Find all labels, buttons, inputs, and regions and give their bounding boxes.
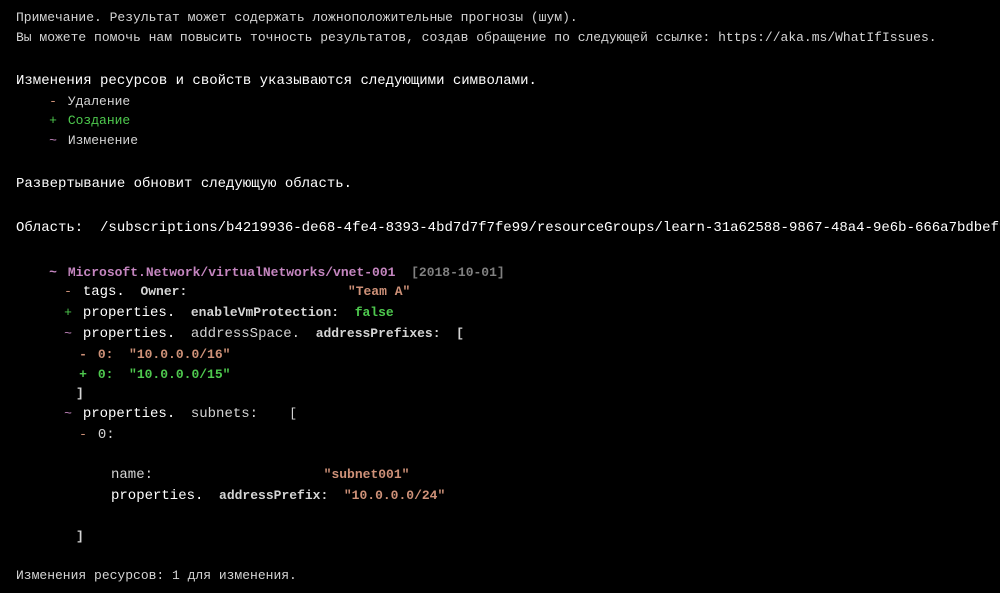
blank bbox=[16, 243, 984, 263]
vmp-key-val: enableVmProtection: bbox=[191, 305, 339, 320]
tilde-icon: ~ bbox=[46, 131, 60, 151]
symbol-delete: - Удаление bbox=[16, 92, 984, 112]
blank bbox=[16, 507, 984, 527]
symbols-intro: Изменения ресурсов и свойств указываются… bbox=[16, 71, 984, 92]
create-label: Создание bbox=[68, 113, 130, 128]
symbol-modify: ~ Изменение bbox=[16, 131, 984, 151]
blank bbox=[16, 199, 984, 219]
modify-label: Изменение bbox=[68, 133, 138, 148]
minus-icon: - bbox=[76, 345, 90, 365]
subnets-line: ~ properties. subnets: [ bbox=[16, 404, 984, 425]
prop-prefix: properties. bbox=[83, 305, 175, 321]
resource-type: Microsoft.Network/virtualNetworks/vnet-0… bbox=[68, 265, 396, 280]
subnet-name: name: "subnet001" bbox=[16, 465, 984, 486]
close-bracket: ] bbox=[16, 384, 984, 404]
subnet-addressprefix: properties. addressPrefix: "10.0.0.0/24" bbox=[16, 486, 984, 507]
idx: 0: bbox=[98, 427, 115, 443]
close-bracket: ] bbox=[16, 527, 984, 547]
vmp-value: false bbox=[355, 305, 394, 320]
addressspace-line: ~ properties. addressSpace. addressPrefi… bbox=[16, 324, 984, 345]
api-version bbox=[403, 265, 411, 280]
open-bracket: [ bbox=[456, 326, 464, 341]
help-line: Вы можете помочь нам повысить точность р… bbox=[16, 28, 984, 48]
blank bbox=[16, 546, 984, 566]
tilde-icon: ~ bbox=[46, 263, 60, 283]
prop-prefix: properties. bbox=[83, 406, 175, 422]
address-minus: - 0: "10.0.0.0/16" bbox=[16, 345, 984, 365]
vmp-key bbox=[183, 305, 191, 320]
name-value: "subnet001" bbox=[324, 467, 410, 482]
idx: 0: bbox=[98, 367, 114, 382]
resource-header: ~ Microsoft.Network/virtualNetworks/vnet… bbox=[16, 263, 984, 283]
as-key-val: addressSpace. bbox=[191, 326, 300, 342]
blank bbox=[16, 446, 984, 466]
blank bbox=[16, 154, 984, 174]
subnets-key: subnets: bbox=[191, 406, 258, 422]
plus-icon: + bbox=[61, 303, 75, 323]
prop-prefix: properties. bbox=[111, 488, 203, 504]
footer-summary: Изменения ресурсов: 1 для изменения. bbox=[16, 566, 984, 586]
ap-value: "10.0.0.0/24" bbox=[344, 488, 445, 503]
plus-icon: + bbox=[46, 111, 60, 131]
blank bbox=[16, 51, 984, 71]
ap-key: addressPrefix: bbox=[219, 488, 328, 503]
value: "10.0.0.0/16" bbox=[129, 347, 230, 362]
idx: 0: bbox=[98, 347, 114, 362]
plus-icon: + bbox=[76, 365, 90, 385]
as-key bbox=[183, 326, 191, 341]
tilde-icon: ~ bbox=[61, 324, 75, 344]
tags-prefix: tags. bbox=[83, 284, 125, 300]
minus-icon: - bbox=[61, 282, 75, 302]
as-key2-val: addressPrefixes: bbox=[316, 326, 441, 341]
value: "10.0.0.0/15" bbox=[129, 367, 230, 382]
delete-label: Удаление bbox=[68, 94, 130, 109]
scope-value: /subscriptions/b4219936-de68-4fe4-8393-4… bbox=[100, 220, 1000, 236]
address-plus: + 0: "10.0.0.0/15" bbox=[16, 365, 984, 385]
subnet-idx: - 0: bbox=[16, 425, 984, 446]
open-bracket: [ bbox=[289, 406, 297, 421]
symbol-create: + Создание bbox=[16, 111, 984, 131]
tags-line: - tags. Owner: "Team A" bbox=[16, 282, 984, 303]
deploy-update: Развертывание обновит следующую область. bbox=[16, 174, 984, 195]
scope-label: Область: bbox=[16, 220, 83, 236]
as-key2 bbox=[308, 326, 316, 341]
api-version-value: [2018-10-01] bbox=[411, 265, 505, 280]
prop-prefix: properties. bbox=[83, 326, 175, 342]
scope-line: Область: /subscriptions/b4219936-de68-4f… bbox=[16, 218, 984, 239]
tags-value: "Team A" bbox=[348, 284, 410, 299]
tilde-icon: ~ bbox=[61, 404, 75, 424]
name-key: name: bbox=[111, 467, 153, 483]
tags-key-val: Owner: bbox=[140, 284, 187, 299]
vmprotection-line: + properties. enableVmProtection: false bbox=[16, 303, 984, 324]
minus-icon: - bbox=[46, 92, 60, 112]
minus-icon: - bbox=[76, 425, 90, 445]
note-line: Примечание. Результат может содержать ло… bbox=[16, 8, 984, 28]
